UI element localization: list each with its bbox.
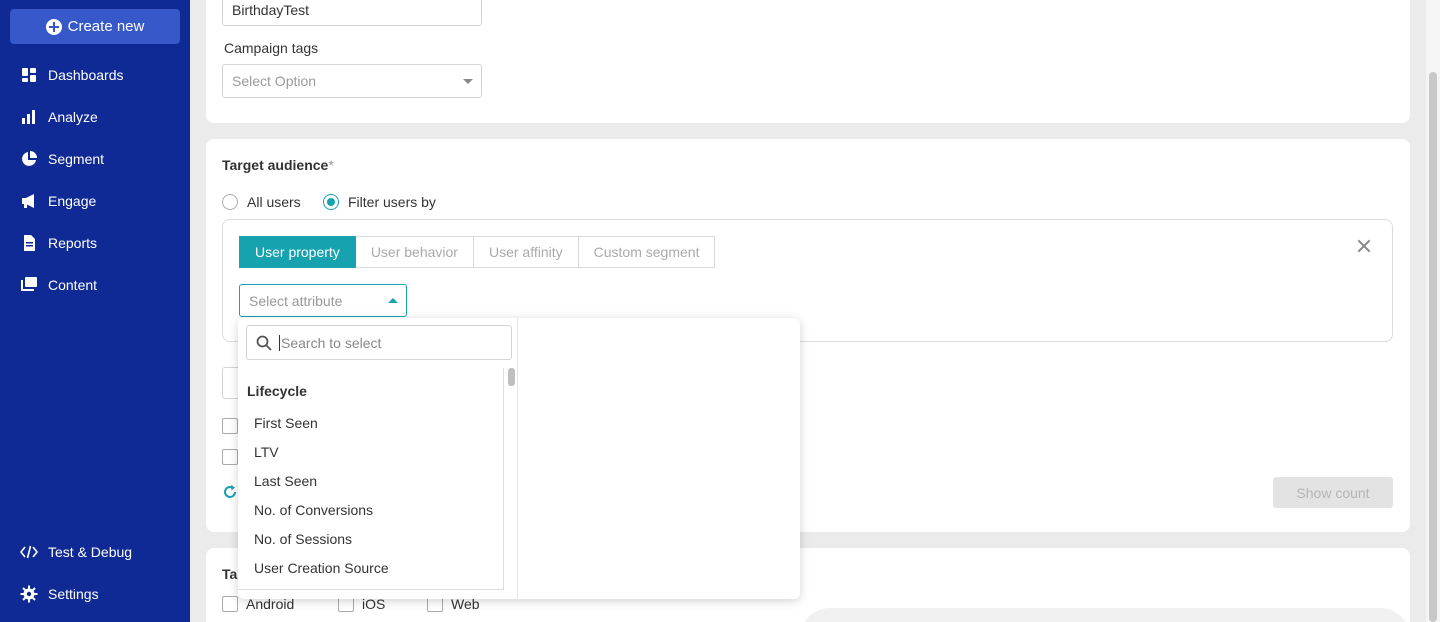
sidebar-item-label: Analyze — [48, 109, 98, 125]
show-count-button[interactable]: Show count — [1273, 477, 1393, 508]
pie-chart-icon — [20, 150, 38, 168]
radio-label: Filter users by — [348, 194, 436, 210]
close-icon[interactable] — [1355, 237, 1373, 255]
document-icon — [20, 234, 38, 252]
sidebar-item-segment[interactable]: Segment — [20, 148, 104, 170]
sidebar-item-label: Test & Debug — [48, 544, 133, 560]
list-item[interactable]: No. of Conversions — [254, 502, 373, 518]
chevron-up-icon — [388, 298, 398, 303]
sidebar-item-label: Engage — [48, 193, 97, 209]
create-new-label: Create new — [67, 18, 145, 35]
gear-icon — [20, 585, 38, 603]
refresh-icon[interactable] — [222, 484, 238, 500]
sidebar-item-label: Segment — [48, 151, 105, 167]
sidebar-item-label: Content — [48, 277, 98, 293]
sidebar-item-content[interactable]: Content — [20, 274, 97, 296]
campaign-tags-label: Campaign tags — [224, 40, 319, 56]
page-scrollbar-thumb[interactable] — [1429, 72, 1437, 622]
code-icon — [20, 543, 38, 561]
plus-circle-icon — [45, 18, 62, 35]
campaign-tags-placeholder: Select Option — [232, 73, 317, 89]
radio-button-selected[interactable] — [323, 194, 339, 210]
tab-user-behavior[interactable]: User behavior — [355, 236, 474, 268]
sidebar-item-analyze[interactable]: Analyze — [20, 106, 98, 128]
radio-all-users[interactable]: All users — [222, 194, 301, 210]
sidebar-item-test-debug[interactable]: Test & Debug — [20, 541, 132, 563]
select-attribute-dropdown[interactable]: Select attribute — [239, 284, 407, 317]
bar-chart-icon — [20, 108, 38, 126]
sidebar-item-engage[interactable]: Engage — [20, 190, 96, 212]
checkbox[interactable] — [222, 418, 238, 434]
target-platform-title: Ta — [222, 566, 238, 582]
sidebar-item-label: Dashboards — [48, 67, 124, 83]
content-stack-icon — [20, 276, 38, 294]
tab-user-affinity[interactable]: User affinity — [473, 236, 579, 268]
dashboard-icon — [20, 66, 38, 84]
attribute-list: Lifecycle First Seen LTV Last Seen No. o… — [238, 368, 504, 590]
sidebar-item-dashboards[interactable]: Dashboards — [20, 64, 124, 86]
list-item[interactable]: No. of Sessions — [254, 531, 352, 547]
sidebar-item-reports[interactable]: Reports — [20, 232, 97, 254]
search-input[interactable]: Search to select — [246, 325, 512, 360]
megaphone-icon — [20, 192, 38, 210]
checkbox[interactable] — [222, 449, 238, 465]
sidebar: Create new Dashboards Analyze Segment En… — [0, 0, 190, 622]
radio-filter-users[interactable]: Filter users by — [323, 194, 436, 210]
tab-custom-segment[interactable]: Custom segment — [578, 236, 716, 268]
checkbox[interactable] — [222, 596, 238, 612]
attribute-dropdown-menu: Search to select Lifecycle First Seen LT… — [238, 318, 800, 599]
campaign-tags-select[interactable]: Select Option — [222, 64, 482, 98]
sidebar-item-settings[interactable]: Settings — [20, 583, 99, 605]
required-mark: * — [328, 157, 334, 173]
radio-label: All users — [247, 194, 301, 210]
group-heading: Lifecycle — [247, 383, 307, 399]
search-icon — [256, 335, 272, 351]
select-attribute-placeholder: Select attribute — [249, 292, 343, 309]
tab-user-property[interactable]: User property — [239, 236, 356, 268]
search-placeholder: Search to select — [281, 334, 382, 351]
sidebar-item-label: Settings — [48, 586, 99, 602]
list-item[interactable]: LTV — [254, 444, 279, 460]
list-item[interactable]: User Creation Source — [254, 560, 389, 576]
dropdown-scrollbar[interactable] — [508, 368, 515, 386]
dropdown-list-pane: Search to select Lifecycle First Seen LT… — [238, 318, 518, 599]
create-new-button[interactable]: Create new — [10, 9, 180, 44]
filter-tabs: User property User behavior User affinit… — [239, 236, 716, 268]
target-audience-title-text: Target audience — [222, 157, 329, 173]
campaign-name-input[interactable]: BirthdayTest — [222, 0, 482, 26]
target-audience-title: Target audience* — [222, 157, 334, 173]
sidebar-item-label: Reports — [48, 235, 98, 251]
bottom-panel — [800, 608, 1410, 622]
chevron-down-icon — [463, 79, 473, 84]
list-item[interactable]: First Seen — [254, 415, 318, 431]
list-item[interactable]: Last Seen — [254, 473, 317, 489]
text-cursor — [279, 334, 280, 351]
radio-button[interactable] — [222, 194, 238, 210]
